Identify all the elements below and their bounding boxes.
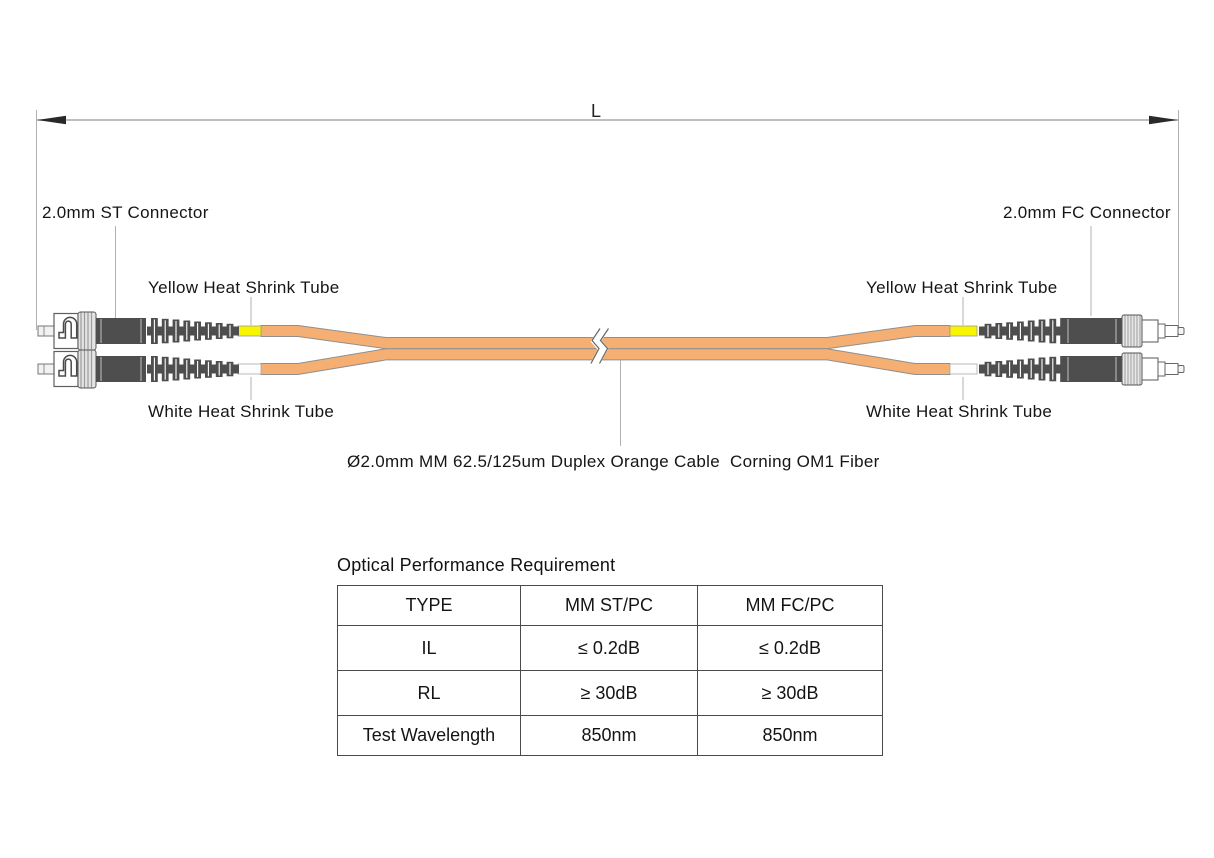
table-header-row: TYPE MM ST/PC MM FC/PC: [338, 586, 883, 626]
table-title: Optical Performance Requirement: [337, 555, 615, 576]
length-dimension-label: L: [591, 101, 601, 122]
table-row: RL ≥ 30dB ≥ 30dB: [338, 671, 883, 716]
white-tube-label-right: White Heat Shrink Tube: [866, 402, 1052, 422]
st-connector-top: [38, 312, 239, 350]
table-cell: 850nm: [698, 716, 883, 756]
table-header-cell: MM ST/PC: [521, 586, 698, 626]
table-cell: IL: [338, 626, 521, 671]
st-connector-bottom: [38, 350, 239, 388]
table-row: IL ≤ 0.2dB ≤ 0.2dB: [338, 626, 883, 671]
table-header-cell: TYPE: [338, 586, 521, 626]
table-cell: ≥ 30dB: [521, 671, 698, 716]
arrowhead-left: [37, 116, 66, 124]
table-cell: ≥ 30dB: [698, 671, 883, 716]
table-row: Test Wavelength 850nm 850nm: [338, 716, 883, 756]
table-cell: RL: [338, 671, 521, 716]
yellow-tube-label-left: Yellow Heat Shrink Tube: [148, 278, 340, 298]
white-heat-shrink-left: [238, 364, 261, 374]
yellow-heat-shrink-right: [950, 326, 977, 336]
fc-connector-bottom: [979, 353, 1184, 385]
table-cell: ≤ 0.2dB: [521, 626, 698, 671]
white-heat-shrink-right: [950, 364, 977, 374]
table-cell: ≤ 0.2dB: [698, 626, 883, 671]
yellow-heat-shrink-left: [238, 326, 261, 336]
white-tube-label-left: White Heat Shrink Tube: [148, 402, 334, 422]
fc-connector-label: 2.0mm FC Connector: [1003, 203, 1171, 223]
yellow-tube-label-right: Yellow Heat Shrink Tube: [866, 278, 1058, 298]
arrowhead-right: [1149, 116, 1178, 124]
fc-connector-top: [979, 315, 1184, 347]
table-header-cell: MM FC/PC: [698, 586, 883, 626]
table-cell: 850nm: [521, 716, 698, 756]
table-cell: Test Wavelength: [338, 716, 521, 756]
optical-performance-table: TYPE MM ST/PC MM FC/PC IL ≤ 0.2dB ≤ 0.2d…: [337, 585, 883, 756]
st-connector-label: 2.0mm ST Connector: [42, 203, 209, 223]
cable-description-label: Ø2.0mm MM 62.5/125um Duplex Orange Cable…: [347, 452, 880, 472]
fiber-patch-cord-drawing: L 2.0mm ST Connector 2.0mm FC Connector …: [0, 0, 1214, 858]
